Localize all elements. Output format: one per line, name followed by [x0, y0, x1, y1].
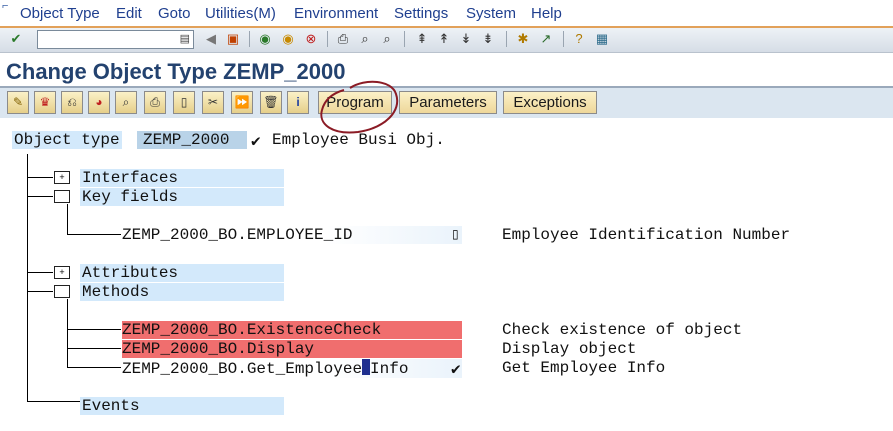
tree-sub-line [67, 204, 68, 234]
tree-branch [67, 329, 121, 330]
method-name-part: ZEMP_2000_BO.Get_Employee [122, 360, 363, 378]
command-field[interactable]: ▤ [37, 30, 194, 49]
menu-utilities[interactable]: Utilities(M) [205, 5, 276, 22]
key-field-item[interactable]: ZEMP_2000_BO.EMPLOYEE_ID [122, 226, 462, 244]
toolbar-separator [327, 31, 328, 47]
menu-system[interactable]: System [466, 5, 516, 22]
info-icon[interactable]: i [287, 91, 309, 114]
tree-branch [27, 177, 53, 178]
folder-open-icon[interactable] [54, 190, 70, 203]
system-toolbar: ✔ ▤ ◀ ▣ ◉ ◉ ⊗ ⎙ ⌕ ⌕ ⇞ ↟ ↡ ⇟ ✱ ↗ ? ▦ [0, 28, 893, 53]
print-icon[interactable]: ⎙ [334, 30, 352, 48]
object-status-check-icon: ✔ [251, 133, 261, 151]
folder-open-icon[interactable] [54, 285, 70, 298]
dispatch-icon[interactable]: ◕ [88, 91, 110, 114]
method-status-check-icon: ✔ [451, 361, 461, 379]
back-arrow-icon[interactable]: ◀ [202, 30, 220, 48]
node-key-fields[interactable]: Key fields [80, 188, 284, 206]
change-icon[interactable]: ✎ [7, 91, 29, 114]
save-icon[interactable]: ▣ [224, 30, 242, 48]
tree-branch [27, 272, 53, 273]
first-page-icon[interactable]: ⇞ [413, 30, 431, 48]
generate-icon[interactable]: ♛ [34, 91, 56, 114]
method-description: Display object [502, 340, 637, 358]
find-icon[interactable]: ⌕ [356, 30, 374, 48]
exit-icon[interactable]: ◉ [279, 30, 297, 48]
menu-bar: ⌐ Object Type Edit Goto Utilities(M) Env… [0, 0, 893, 28]
tree-trunk-line [27, 154, 28, 401]
node-attributes[interactable]: Attributes [80, 264, 284, 282]
tree-branch [67, 234, 121, 235]
document-icon: ▯ [452, 227, 459, 241]
shortcut-icon[interactable]: ↗ [537, 30, 555, 48]
key-field-description: Employee Identification Number [502, 226, 791, 244]
back-icon[interactable]: ◉ [256, 30, 274, 48]
redefine-icon[interactable]: ⏩ [231, 91, 253, 114]
command-dropdown-icon[interactable]: ▤ [180, 32, 190, 45]
test-icon[interactable]: ⌕ [115, 91, 137, 114]
folder-closed-icon[interactable]: + [54, 171, 70, 184]
annotation-circle [320, 80, 399, 134]
window-menu-icon[interactable]: ⌐ [2, 0, 8, 12]
tree-sub-line [67, 299, 68, 367]
object-description: Employee Busi Obj. [272, 131, 445, 149]
help-icon[interactable]: ? [570, 30, 588, 48]
exceptions-button[interactable]: Exceptions [503, 91, 597, 114]
parameters-button[interactable]: Parameters [399, 91, 497, 114]
menu-settings[interactable]: Settings [394, 5, 448, 22]
tree-branch [67, 348, 121, 349]
node-events[interactable]: Events [80, 397, 284, 415]
menu-help[interactable]: Help [531, 5, 562, 22]
find-next-icon[interactable]: ⌕ [378, 30, 396, 48]
menu-environment[interactable]: Environment [294, 5, 378, 22]
menu-edit[interactable]: Edit [116, 5, 142, 22]
toolbar-separator [249, 31, 250, 47]
delete-icon[interactable]: 🗑 [260, 91, 282, 114]
method-item-selected[interactable]: ZEMP_2000_BO.Get_Employee Info [122, 359, 462, 378]
customize-layout-icon[interactable]: ▦ [593, 30, 611, 48]
node-interfaces[interactable]: Interfaces [80, 169, 284, 187]
release-icon[interactable]: ⎌ [61, 91, 83, 114]
create-session-icon[interactable]: ✱ [514, 30, 532, 48]
page-title: Change Object Type ZEMP_2000 [6, 59, 346, 84]
object-type-field[interactable]: ZEMP_2000 [137, 131, 247, 149]
cut-icon[interactable]: ✂ [202, 91, 224, 114]
cancel-icon[interactable]: ⊗ [302, 30, 320, 48]
print-icon[interactable]: ⎙ [144, 91, 166, 114]
text-cursor [362, 359, 371, 375]
toolbar-separator [404, 31, 405, 47]
tree-branch [67, 367, 121, 368]
create-icon[interactable]: ▯ [173, 91, 195, 114]
method-name-part: Info [370, 360, 409, 378]
object-type-label: Object type [12, 131, 122, 149]
next-page-icon[interactable]: ↡ [457, 30, 475, 48]
method-description: Get Employee Info [502, 359, 666, 377]
toolbar-separator [506, 31, 507, 47]
application-toolbar: ✎ ♛ ⎌ ◕ ⌕ ⎙ ▯ ✂ ⏩ 🗑 i Program Parameters… [0, 88, 893, 118]
method-description: Check existence of object [502, 321, 743, 339]
toolbar-separator [563, 31, 564, 47]
title-bar: Change Object Type ZEMP_2000 [0, 53, 893, 88]
menu-object-type[interactable]: Object Type [20, 5, 100, 22]
folder-closed-icon[interactable]: + [54, 266, 70, 279]
tree-branch [27, 196, 53, 197]
enter-icon[interactable]: ✔ [7, 30, 25, 48]
method-item[interactable]: ZEMP_2000_BO.Display [122, 340, 462, 358]
menu-goto[interactable]: Goto [158, 5, 191, 22]
method-item[interactable]: ZEMP_2000_BO.ExistenceCheck [122, 321, 462, 339]
node-methods[interactable]: Methods [80, 283, 284, 301]
last-page-icon[interactable]: ⇟ [479, 30, 497, 48]
previous-page-icon[interactable]: ↟ [435, 30, 453, 48]
tree-branch [27, 291, 53, 292]
tree-branch [27, 401, 81, 402]
